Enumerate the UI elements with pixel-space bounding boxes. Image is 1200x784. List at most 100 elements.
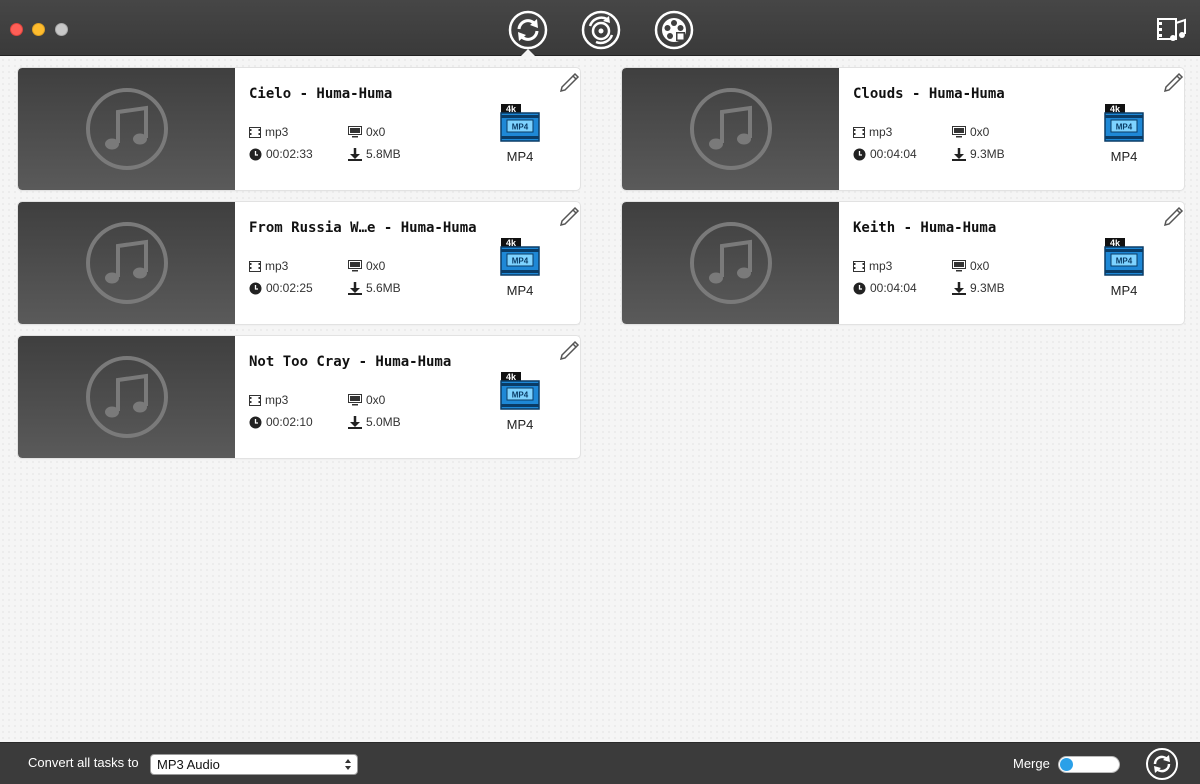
duration-value: 00:02:10: [266, 415, 313, 429]
convert-all-label: Convert all tasks to: [28, 755, 139, 770]
resolution-value: 0x0: [970, 259, 990, 273]
pencil-icon: [559, 206, 580, 227]
merge-toggle[interactable]: [1058, 756, 1120, 773]
clock-icon: [249, 416, 262, 428]
task-card[interactable]: Keith - Huma-Huma mp3 0x0 00:04:04 9.3MB…: [622, 202, 1184, 324]
edit-button[interactable]: [1162, 204, 1184, 227]
convert-icon: [508, 10, 548, 50]
music-note-icon: [85, 356, 168, 438]
film-strip-icon: [249, 126, 261, 138]
pencil-icon: [559, 340, 580, 361]
burn-tab[interactable]: [581, 10, 621, 50]
output-format-dropdown-value: MP3 Audio: [157, 757, 220, 772]
size-info: 5.0MB: [348, 415, 401, 429]
codec-value: mp3: [869, 125, 893, 139]
pencil-icon: [1163, 206, 1184, 227]
convert-all-button[interactable]: [1146, 748, 1178, 780]
mp4-4k-format-icon: 4k MP4: [500, 104, 540, 142]
clock-icon: [853, 148, 866, 160]
title-bar: [0, 0, 1200, 56]
burn-disc-icon: [581, 10, 621, 50]
resolution-info: 0x0: [348, 259, 385, 273]
audio-thumbnail: [18, 68, 235, 190]
output-format-selector[interactable]: 4k MP4 MP4: [498, 372, 542, 432]
output-format-selector[interactable]: 4k MP4 MP4: [498, 104, 542, 164]
size-info: 5.6MB: [348, 281, 401, 295]
resolution-info: 0x0: [348, 393, 385, 407]
codec-info: mp3: [249, 259, 288, 273]
audio-thumbnail: [622, 202, 839, 324]
output-format-label: MP4: [506, 283, 534, 298]
mp4-4k-format-icon: 4k MP4: [1104, 104, 1144, 142]
duration-value: 00:02:25: [266, 281, 313, 295]
size-info: 9.3MB: [952, 281, 1005, 295]
codec-value: mp3: [265, 259, 289, 273]
codec-info: mp3: [853, 259, 892, 273]
task-card[interactable]: Cielo - Huma-Huma mp3 0x0 00:02:33 5.8MB…: [18, 68, 580, 190]
duration-value: 00:04:04: [870, 281, 917, 295]
bottom-bar: Convert all tasks to MP3 Audio Merge: [0, 742, 1200, 784]
film-reel-icon: [654, 10, 694, 50]
music-note-icon: [689, 222, 772, 304]
music-note-icon: [85, 222, 168, 304]
download-icon: [348, 147, 362, 161]
task-card[interactable]: From Russia W…e - Huma-Huma mp3 0x0 00:0…: [18, 202, 580, 324]
download-icon: [952, 147, 966, 161]
resolution-info: 0x0: [952, 125, 989, 139]
mp4-4k-format-icon: 4k MP4: [500, 372, 540, 410]
task-list: Cielo - Huma-Huma mp3 0x0 00:02:33 5.8MB…: [0, 57, 1200, 742]
output-format-label: MP4: [506, 417, 534, 432]
duration-info: 00:04:04: [853, 147, 917, 161]
codec-value: mp3: [265, 125, 289, 139]
clock-icon: [249, 148, 262, 160]
media-library-button[interactable]: [1156, 14, 1188, 44]
size-info: 5.8MB: [348, 147, 401, 161]
output-format-label: MP4: [1110, 283, 1138, 298]
window-zoom-button[interactable]: [55, 23, 68, 36]
duration-info: 00:02:10: [249, 415, 313, 429]
duration-value: 00:02:33: [266, 147, 313, 161]
output-format-dropdown[interactable]: MP3 Audio: [150, 754, 358, 775]
monitor-icon: [952, 126, 966, 138]
audio-thumbnail: [18, 336, 235, 458]
output-format-selector[interactable]: 4k MP4 MP4: [1102, 104, 1146, 164]
duration-value: 00:04:04: [870, 147, 917, 161]
dropdown-arrows-icon: [345, 759, 351, 770]
edit-button[interactable]: [558, 70, 580, 93]
output-format-selector[interactable]: 4k MP4 MP4: [498, 238, 542, 298]
monitor-icon: [348, 394, 362, 406]
duration-info: 00:02:33: [249, 147, 313, 161]
size-value: 5.8MB: [366, 147, 401, 161]
resolution-value: 0x0: [366, 393, 386, 407]
window-minimize-button[interactable]: [32, 23, 45, 36]
toolbox-tab[interactable]: [654, 10, 694, 50]
film-strip-icon: [853, 126, 865, 138]
task-card[interactable]: Clouds - Huma-Huma mp3 0x0 00:04:04 9.3M…: [622, 68, 1184, 190]
resolution-info: 0x0: [952, 259, 989, 273]
output-format-label: MP4: [506, 149, 534, 164]
audio-thumbnail: [622, 68, 839, 190]
film-strip-icon: [249, 260, 261, 272]
pencil-icon: [1163, 72, 1184, 93]
task-title: Clouds - Huma-Huma: [853, 86, 1005, 102]
output-format-selector[interactable]: 4k MP4 MP4: [1102, 238, 1146, 298]
size-value: 5.6MB: [366, 281, 401, 295]
pencil-icon: [559, 72, 580, 93]
window-close-button[interactable]: [10, 23, 23, 36]
download-icon: [348, 415, 362, 429]
download-icon: [952, 281, 966, 295]
edit-button[interactable]: [558, 338, 580, 361]
svg-text:MP4: MP4: [512, 257, 529, 266]
download-icon: [348, 281, 362, 295]
svg-text:MP4: MP4: [1116, 257, 1133, 266]
task-card[interactable]: Not Too Cray - Huma-Huma mp3 0x0 00:02:1…: [18, 336, 580, 458]
task-title: Keith - Huma-Huma: [853, 220, 997, 236]
clock-icon: [249, 282, 262, 294]
convert-tab[interactable]: [508, 10, 548, 50]
audio-thumbnail: [18, 202, 235, 324]
merge-toggle-knob: [1060, 758, 1073, 771]
edit-button[interactable]: [558, 204, 580, 227]
edit-button[interactable]: [1162, 70, 1184, 93]
film-strip-icon: [249, 394, 261, 406]
media-library-icon: [1157, 18, 1186, 41]
